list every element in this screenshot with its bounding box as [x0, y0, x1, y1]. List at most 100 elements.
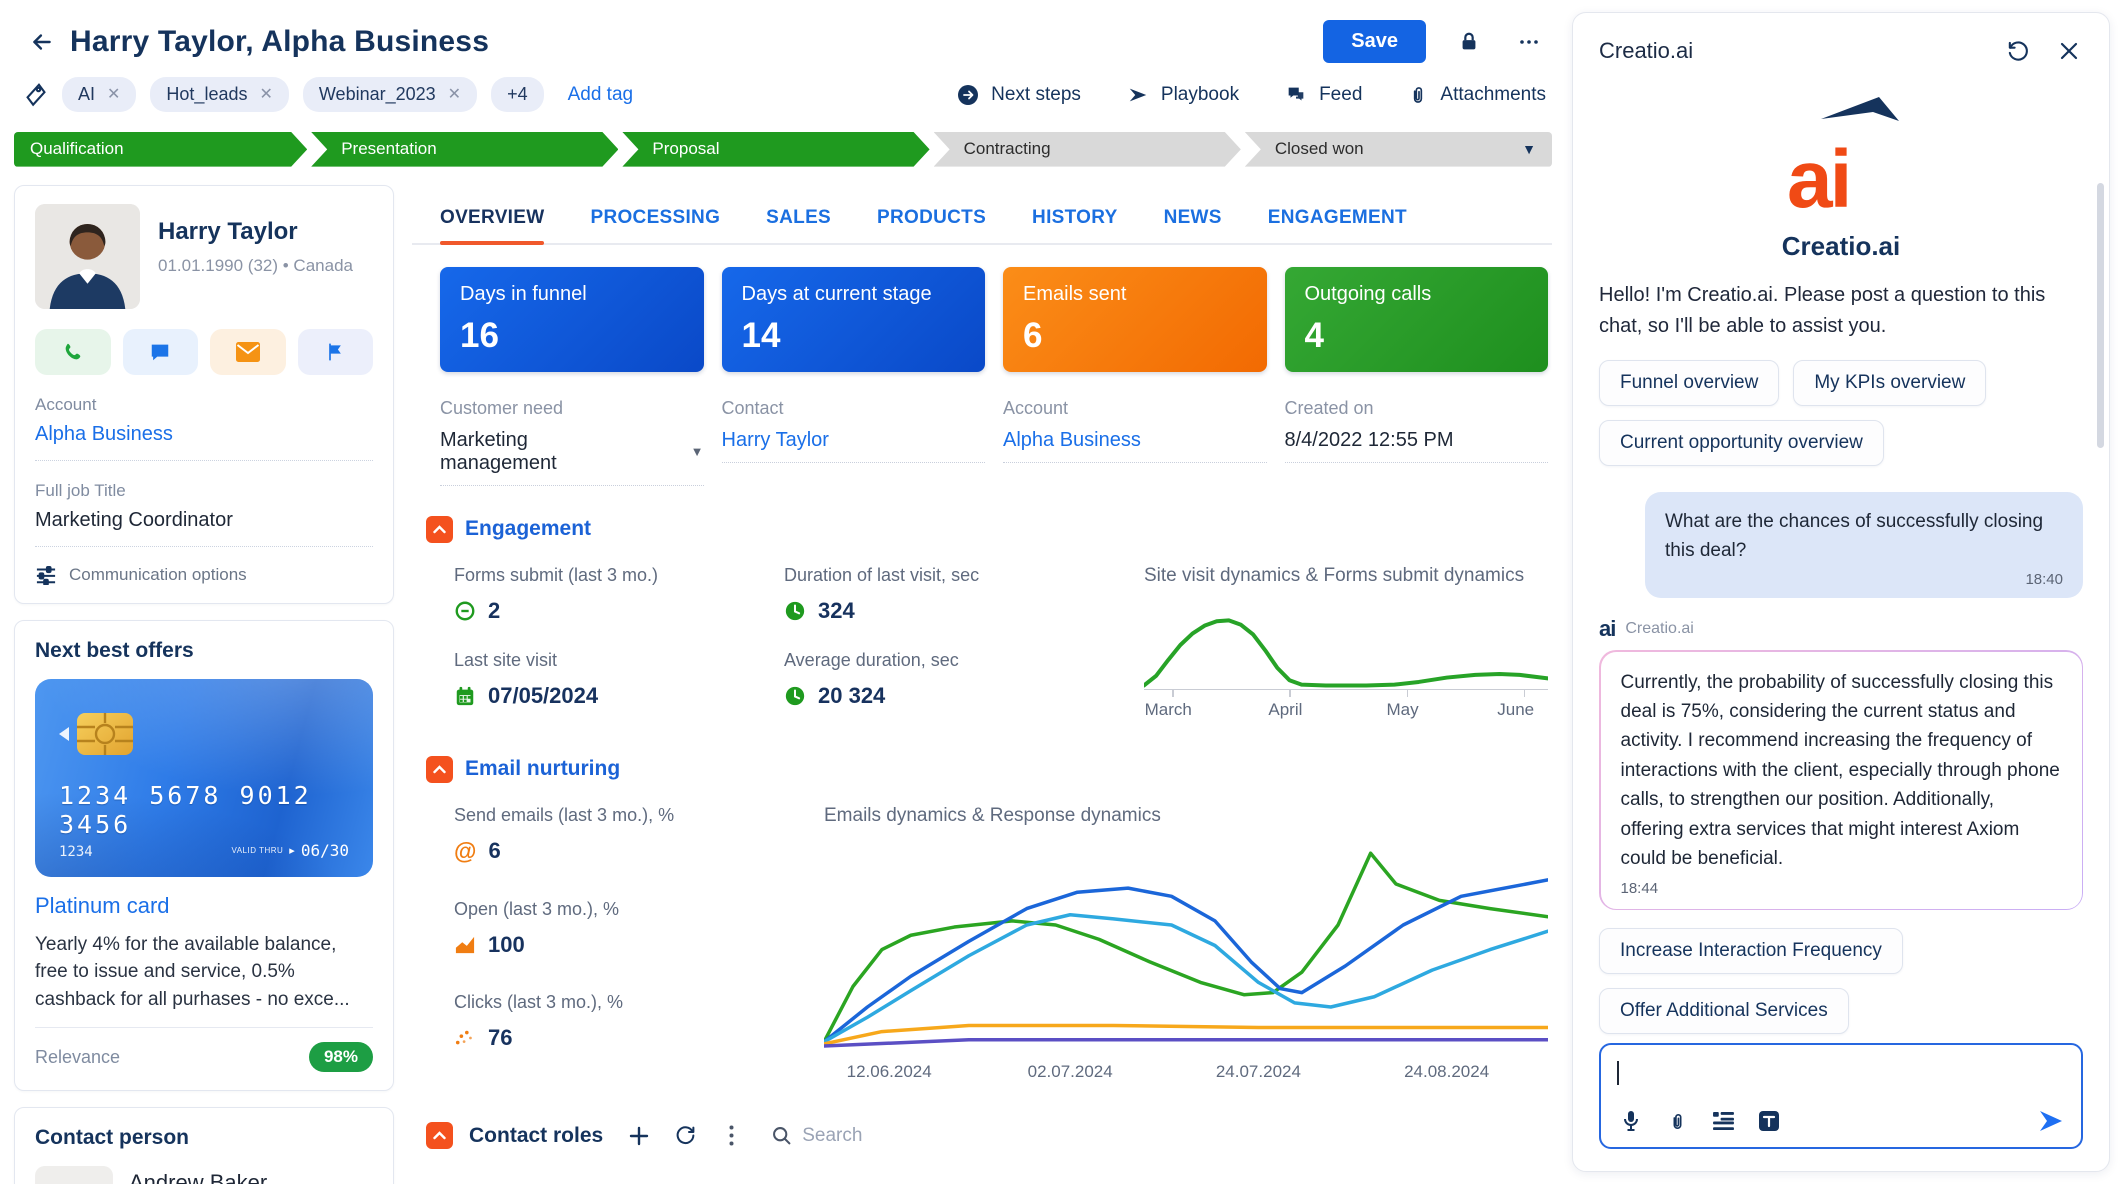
next-steps-button[interactable]: Next steps	[957, 84, 1081, 106]
tab-processing[interactable]: PROCESSING	[590, 199, 720, 243]
remove-tag-icon[interactable]: ✕	[448, 87, 461, 103]
tag-pill[interactable]: Hot_leads✕	[150, 77, 288, 112]
customer-need-label: Customer need	[440, 398, 704, 419]
suggestion-kpis-overview[interactable]: My KPIs overview	[1793, 360, 1986, 406]
site-visit-chart-title: Site visit dynamics & Forms submit dynam…	[1144, 565, 1548, 587]
chevron-down-icon[interactable]: ▼	[1522, 141, 1536, 157]
lock-button[interactable]	[1452, 25, 1486, 59]
stage-presentation[interactable]: Presentation	[311, 132, 618, 167]
email-button[interactable]	[210, 329, 286, 375]
action-increase-frequency[interactable]: Increase Interaction Frequency	[1599, 928, 1903, 974]
kpi-days-at-stage: Days at current stage 14	[722, 267, 986, 372]
ai-sender-name: Creatio.ai	[1625, 620, 1693, 638]
created-on-value: 8/4/2022 12:55 PM	[1285, 429, 1549, 463]
reset-chat-button[interactable]	[2003, 37, 2031, 65]
profile-card: Harry Taylor 01.01.1990 (32) • Canada	[14, 185, 394, 604]
ai-bot-name: Creatio.ai	[1782, 231, 1901, 262]
stage-qualification[interactable]: Qualification	[14, 132, 307, 167]
text-format-button[interactable]	[1755, 1107, 1783, 1135]
remove-tag-icon[interactable]: ✕	[259, 87, 272, 103]
stage-closed-won[interactable]: Closed won ▼	[1245, 132, 1552, 167]
suggestion-funnel-overview[interactable]: Funnel overview	[1599, 360, 1779, 406]
more-tags-pill[interactable]: +4	[491, 77, 544, 112]
tab-overview[interactable]: OVERVIEW	[440, 199, 544, 243]
kpi-cards: Days in funnel 16 Days at current stage …	[440, 267, 1548, 372]
tab-news[interactable]: NEWS	[1164, 199, 1222, 243]
more-options-button[interactable]	[1512, 25, 1546, 59]
link-icon	[454, 600, 476, 622]
save-button[interactable]: Save	[1323, 20, 1426, 63]
column-contact[interactable]: Contact	[498, 1176, 698, 1184]
microphone-icon	[1622, 1110, 1640, 1132]
collapse-engagement-button[interactable]	[426, 516, 453, 543]
ellipsis-icon	[1517, 30, 1541, 54]
chat-input[interactable]	[1599, 1043, 2083, 1149]
column-influence[interactable]: Influence	[1103, 1176, 1303, 1184]
x-axis-labels: March April May June	[1144, 700, 1548, 726]
remove-tag-icon[interactable]: ✕	[107, 87, 120, 103]
last-site-visit-label: Last site visit	[454, 650, 754, 671]
panel-scrollbar[interactable]	[2097, 183, 2104, 448]
email-dynamics-chart-title: Emails dynamics & Response dynamics	[824, 805, 1548, 827]
attach-file-button[interactable]	[1663, 1107, 1691, 1135]
ai-panel-title: Creatio.ai	[1599, 38, 1693, 64]
kebab-menu-button[interactable]	[717, 1122, 745, 1150]
tag-pill[interactable]: Webinar_2023✕	[303, 77, 477, 112]
table-header-row: Contact Primary contact Role Influence L…	[454, 1176, 1548, 1184]
close-panel-button[interactable]	[2055, 37, 2083, 65]
communication-options-label: Communication options	[69, 565, 247, 585]
header-actions: Save	[1323, 20, 1546, 63]
chart-icon	[454, 935, 476, 955]
roles-search[interactable]: Search	[771, 1125, 862, 1147]
clock-icon	[784, 685, 806, 707]
tab-sales[interactable]: SALES	[766, 199, 831, 243]
playbook-button[interactable]: Playbook	[1127, 84, 1239, 106]
x-tick-label: 24.08.2024	[1404, 1062, 1489, 1082]
stage-contracting[interactable]: Contracting	[934, 132, 1241, 167]
account-link[interactable]: Alpha Business	[35, 423, 373, 461]
logo-arrow-icon	[1821, 97, 1899, 131]
phone-icon	[62, 341, 84, 363]
feed-button[interactable]: Feed	[1285, 84, 1362, 106]
tab-history[interactable]: HISTORY	[1032, 199, 1118, 243]
tab-engagement[interactable]: ENGAGEMENT	[1268, 199, 1407, 243]
template-button[interactable]	[1709, 1107, 1737, 1135]
stage-proposal[interactable]: Proposal	[622, 132, 929, 167]
kebab-icon	[729, 1125, 734, 1146]
flag-icon	[325, 341, 345, 363]
collapse-contact-roles-button[interactable]	[426, 1122, 453, 1149]
chat-button[interactable]	[123, 329, 199, 375]
column-primary-contact[interactable]: Primary contact	[698, 1176, 903, 1184]
customer-need-select[interactable]: Marketing management ▼	[440, 429, 704, 486]
collapse-email-nurturing-button[interactable]	[426, 756, 453, 783]
communication-options-button[interactable]: Communication options	[35, 565, 247, 585]
kpi-emails-sent: Emails sent 6	[1003, 267, 1267, 372]
add-tag-button[interactable]: Add tag	[568, 84, 634, 106]
suggestion-opportunity-overview[interactable]: Current opportunity overview	[1599, 420, 1884, 466]
credit-card-image[interactable]: 1234 5678 9012 3456 1234 VALID THRU ▸ 06…	[35, 679, 373, 877]
tag-icon	[24, 82, 48, 108]
column-loyalty[interactable]: Loyalty	[1303, 1176, 1548, 1184]
microphone-button[interactable]	[1617, 1107, 1645, 1135]
account-field-link[interactable]: Alpha Business	[1003, 429, 1267, 463]
tag-pill[interactable]: AI✕	[62, 77, 136, 112]
next-best-offers-card: Next best offers 1234 5678 9012 3456	[14, 620, 394, 1092]
card-valid-arrow-icon: ▸	[289, 844, 295, 857]
attachments-button[interactable]: Attachments	[1408, 84, 1546, 106]
refresh-button[interactable]	[671, 1122, 699, 1150]
contact-link[interactable]: Harry Taylor	[722, 429, 986, 463]
plus-icon	[629, 1126, 649, 1146]
contact-photo	[35, 204, 140, 309]
column-role[interactable]: Role	[903, 1176, 1103, 1184]
add-contact-role-button[interactable]	[625, 1122, 653, 1150]
tab-products[interactable]: PRODUCTS	[877, 199, 986, 243]
send-button[interactable]	[2037, 1107, 2065, 1135]
contact-roles-header: Contact roles Searc	[426, 1122, 1548, 1150]
account-label: Account	[35, 395, 373, 415]
call-button[interactable]	[35, 329, 111, 375]
back-button[interactable]	[24, 24, 60, 60]
forms-submit-label: Forms submit (last 3 mo.)	[454, 565, 754, 586]
flag-button[interactable]	[298, 329, 374, 375]
offer-name-link[interactable]: Platinum card	[35, 893, 373, 919]
action-offer-services[interactable]: Offer Additional Services	[1599, 988, 1849, 1034]
